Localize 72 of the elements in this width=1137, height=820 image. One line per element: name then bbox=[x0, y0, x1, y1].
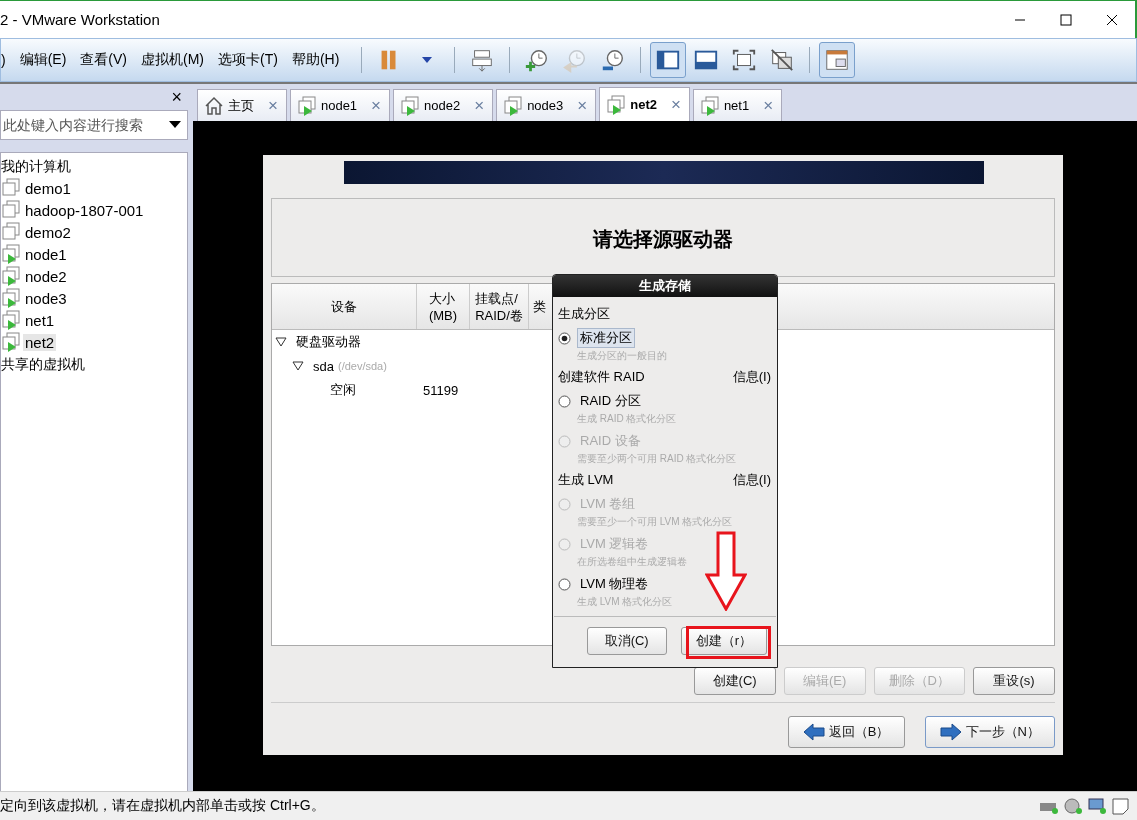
expander-icon[interactable] bbox=[292, 361, 304, 371]
tab[interactable]: node3 × bbox=[496, 89, 597, 121]
vm-item[interactable]: net1 bbox=[1, 309, 57, 331]
running-vm-icon bbox=[699, 95, 720, 116]
radio-label[interactable]: RAID 分区 bbox=[577, 391, 644, 411]
tab-close-button[interactable]: × bbox=[670, 94, 681, 115]
vm-item[interactable]: net2 bbox=[1, 331, 57, 353]
tree-group[interactable]: 我的计算机 bbox=[1, 155, 71, 177]
running-vm-icon bbox=[400, 95, 421, 116]
section-label: 创建软件 RAID bbox=[558, 368, 645, 386]
device-path: (/dev/sda) bbox=[337, 360, 387, 372]
tab-close-button[interactable]: × bbox=[268, 95, 278, 116]
tab-close-button[interactable]: × bbox=[474, 95, 485, 116]
network-icon[interactable] bbox=[1087, 797, 1107, 815]
table-cell: sda bbox=[313, 358, 334, 374]
tab[interactable]: node2 × bbox=[393, 89, 494, 121]
tab[interactable]: node1 × bbox=[289, 89, 391, 121]
tab-close-button[interactable]: × bbox=[371, 95, 382, 116]
tab-close-button[interactable]: × bbox=[763, 95, 774, 116]
vm-item[interactable]: hadoop-1807-001 bbox=[1, 199, 146, 221]
vm-item[interactable]: node2 bbox=[1, 265, 69, 287]
vm-item[interactable]: demo2 bbox=[1, 221, 73, 243]
table-cell-text: 空闲 bbox=[330, 381, 357, 399]
back-button[interactable]: 返回（B） bbox=[787, 716, 905, 748]
home-icon bbox=[204, 95, 224, 116]
tab-close-button[interactable]: × bbox=[577, 95, 588, 116]
message-icon[interactable] bbox=[1111, 797, 1131, 815]
section-label: 生成 LVM bbox=[558, 471, 614, 489]
column-header[interactable]: 挂载点/ RAID/卷 bbox=[470, 284, 529, 329]
next-button[interactable]: 下一步（N） bbox=[924, 716, 1055, 748]
expander-icon[interactable] bbox=[275, 337, 287, 347]
menu-item[interactable]: 编辑(E) bbox=[19, 51, 75, 69]
running-vm-icon bbox=[503, 95, 524, 116]
info-link[interactable]: 信息(I) bbox=[732, 471, 771, 489]
column-header[interactable]: 大小 (MB) bbox=[417, 284, 470, 329]
menu-item[interactable]: 帮助(H) bbox=[291, 51, 348, 69]
menu-item[interactable]: 选项卡(T) bbox=[218, 51, 286, 69]
menu-item[interactable]: 虚拟机(M) bbox=[141, 51, 212, 69]
vm-item[interactable]: demo1 bbox=[1, 177, 73, 199]
dropdown-icon[interactable] bbox=[169, 121, 181, 129]
column-header[interactable]: 设备 bbox=[272, 284, 417, 329]
menu-item[interactable]: 查看(V) bbox=[80, 51, 135, 69]
radio-label[interactable]: LVM 物理卷 bbox=[577, 574, 652, 594]
vm-item[interactable]: node1 bbox=[1, 243, 69, 265]
running-vm-icon bbox=[606, 94, 627, 115]
radio-button[interactable] bbox=[558, 394, 571, 408]
disc-icon[interactable] bbox=[1063, 797, 1083, 815]
page-heading: 请选择源驱动器 bbox=[593, 226, 733, 252]
left-arrow-icon bbox=[802, 723, 825, 741]
info-link[interactable]: 信息(I) bbox=[732, 368, 771, 386]
radio-button[interactable] bbox=[558, 577, 571, 591]
radio-label[interactable]: 标准分区 bbox=[577, 328, 635, 348]
action-button[interactable]: 创建(C) bbox=[693, 667, 776, 695]
window-title: 2 - VMware Workstation bbox=[0, 11, 160, 28]
right-arrow-icon bbox=[939, 723, 962, 741]
vm-item[interactable]: node3 bbox=[1, 287, 69, 309]
search-field[interactable]: 此处键入内容进行搜索 bbox=[0, 110, 188, 140]
section-label: 生成分区 bbox=[558, 305, 610, 323]
cancel-button[interactable]: 取消(C) bbox=[586, 627, 667, 655]
radio-button[interactable] bbox=[558, 331, 571, 345]
close-library-button[interactable]: × bbox=[171, 86, 182, 108]
status-text: 定向到该虚拟机，请在虚拟机内部单击或按 Ctrl+G。 bbox=[0, 797, 325, 815]
tab[interactable]: net1 × bbox=[692, 89, 783, 121]
table-cell: 51199 bbox=[423, 382, 459, 398]
action-button[interactable]: 重设(s) bbox=[973, 667, 1055, 695]
tab[interactable]: 主页 × bbox=[197, 89, 287, 121]
table-cell: 硬盘驱动器 bbox=[296, 333, 361, 351]
tab[interactable]: net2 × bbox=[599, 87, 690, 121]
tree-group[interactable]: 共享的虚拟机 bbox=[1, 353, 85, 375]
running-vm-icon bbox=[296, 95, 317, 116]
menu-item[interactable]: ) bbox=[1, 52, 14, 68]
dialog-title: 生成存储 bbox=[553, 275, 777, 297]
